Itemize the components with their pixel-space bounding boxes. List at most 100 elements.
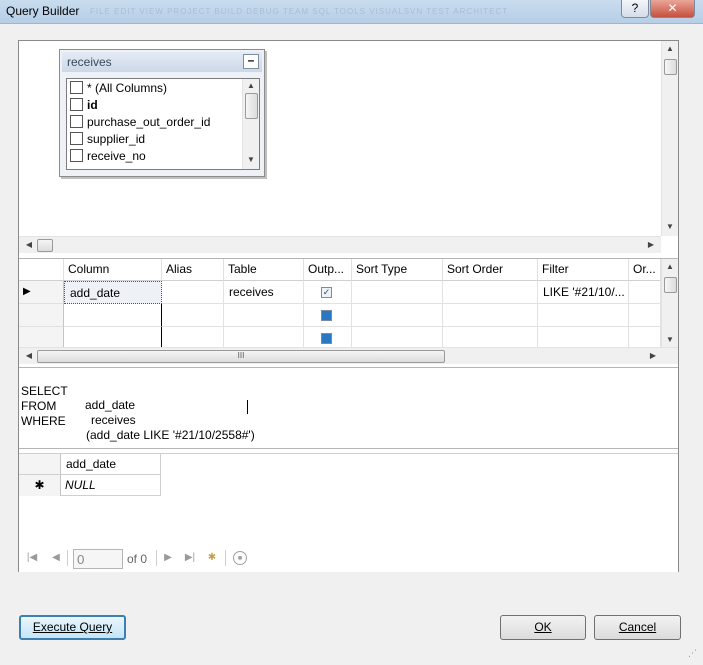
current-row-icon: ▶ bbox=[23, 286, 31, 297]
scroll-thumb[interactable]: III bbox=[37, 350, 445, 363]
grid-cell-sort-type[interactable] bbox=[352, 327, 443, 348]
background-menu-strip: FILE EDIT VIEW PROJECT BUILD DEBUG TEAM … bbox=[90, 7, 509, 16]
column-list-scrollbar[interactable]: ▲ ▼ bbox=[242, 79, 259, 169]
grid-header-column[interactable]: Column bbox=[64, 259, 162, 281]
scroll-right-icon[interactable]: ▶ bbox=[645, 240, 657, 250]
move-first-icon[interactable]: |◀ bbox=[25, 551, 39, 565]
results-cell-null[interactable]: NULL bbox=[61, 475, 161, 496]
grid-cell-output[interactable] bbox=[304, 304, 352, 327]
ok-button[interactable]: OK bbox=[500, 615, 586, 640]
stop-icon[interactable]: ■ bbox=[233, 551, 247, 565]
criteria-grid: Column Alias Table Outp... Sort Type Sor… bbox=[19, 258, 678, 349]
scroll-left-icon[interactable]: ◀ bbox=[23, 351, 35, 361]
diagram-horizontal-scrollbar[interactable]: ◀ ▶ bbox=[19, 236, 661, 253]
title-bar: Query Builder FILE EDIT VIEW PROJECT BUI… bbox=[0, 0, 703, 24]
column-item-all[interactable]: * (All Columns) bbox=[69, 80, 239, 97]
column-item-purchase-out-order-id[interactable]: purchase_out_order_id bbox=[69, 114, 239, 131]
grid-cell-sort-order[interactable] bbox=[443, 281, 538, 304]
scroll-down-icon[interactable]: ▼ bbox=[245, 155, 257, 165]
scroll-up-icon[interactable]: ▲ bbox=[245, 81, 257, 91]
resize-grip-icon[interactable]: ⋰ bbox=[688, 648, 697, 659]
grid-header-table[interactable]: Table bbox=[224, 259, 304, 281]
grid-cell-table[interactable] bbox=[224, 327, 304, 348]
grid-header-sort-type[interactable]: Sort Type bbox=[352, 259, 443, 281]
window-title: Query Builder bbox=[6, 4, 80, 18]
move-previous-icon[interactable]: ◀ bbox=[49, 551, 63, 565]
table-box-receives[interactable]: receives – * (All Columns) id purchase_o… bbox=[59, 49, 265, 177]
sql-line-from: FROM receives bbox=[21, 385, 321, 427]
column-checkbox[interactable] bbox=[70, 98, 83, 111]
grid-vertical-scrollbar[interactable]: ▲ ▼ bbox=[661, 259, 678, 349]
column-checkbox[interactable] bbox=[70, 115, 83, 128]
scroll-right-icon[interactable]: ▶ bbox=[647, 351, 659, 361]
scroll-down-icon[interactable]: ▼ bbox=[664, 222, 676, 232]
grid-cell-filter[interactable] bbox=[538, 327, 629, 348]
grid-cell-filter[interactable]: LIKE '#21/10/... bbox=[538, 281, 629, 304]
column-checkbox[interactable] bbox=[70, 81, 83, 94]
grid-cell-output[interactable]: ✓ bbox=[304, 281, 352, 304]
add-new-icon[interactable]: ✱ bbox=[205, 551, 219, 565]
grid-cell-sort-order[interactable] bbox=[443, 327, 538, 348]
scroll-up-icon[interactable]: ▲ bbox=[664, 44, 676, 54]
grid-horizontal-scrollbar[interactable]: ◀ III ▶ bbox=[19, 347, 678, 364]
grid-cell-sort-type[interactable] bbox=[352, 281, 443, 304]
table-box-header[interactable]: receives – bbox=[62, 52, 262, 72]
grid-cell-alias[interactable] bbox=[162, 281, 224, 304]
grid-cell-or[interactable] bbox=[629, 281, 661, 304]
column-item-supplier-id[interactable]: supplier_id bbox=[69, 131, 239, 148]
cancel-button[interactable]: Cancel bbox=[594, 615, 681, 640]
row-header[interactable]: ▶ bbox=[19, 281, 64, 304]
row-header[interactable] bbox=[19, 327, 64, 348]
help-button[interactable]: ? bbox=[621, 0, 649, 18]
grid-cell-or[interactable] bbox=[629, 304, 661, 327]
grid-cell-output[interactable] bbox=[304, 327, 352, 348]
grid-cell-filter[interactable] bbox=[538, 304, 629, 327]
row-header[interactable] bbox=[19, 304, 64, 327]
output-checkbox[interactable] bbox=[321, 333, 332, 344]
diagram-vertical-scrollbar[interactable]: ▲ ▼ bbox=[661, 41, 678, 236]
column-item-id[interactable]: id bbox=[69, 97, 239, 114]
new-row-icon: ✱ bbox=[19, 475, 61, 496]
column-checkbox[interactable] bbox=[70, 149, 83, 162]
sql-line-where: WHERE (add_date LIKE '#21/10/2558#') bbox=[21, 400, 321, 442]
position-input[interactable] bbox=[73, 549, 123, 569]
grid-corner bbox=[19, 259, 64, 281]
grid-cell-alias[interactable] bbox=[162, 304, 224, 327]
column-item-receive-no[interactable]: receive_no bbox=[69, 148, 239, 165]
minimize-table-button[interactable]: – bbox=[243, 54, 259, 69]
grid-cell-sort-order[interactable] bbox=[443, 304, 538, 327]
column-label: receive_no bbox=[87, 149, 146, 163]
scroll-thumb[interactable] bbox=[245, 93, 258, 119]
grid-cell-sort-type[interactable] bbox=[352, 304, 443, 327]
grid-header-filter[interactable]: Filter bbox=[538, 259, 629, 281]
scroll-thumb[interactable] bbox=[37, 239, 53, 252]
grid-cell-table[interactable]: receives bbox=[224, 281, 304, 304]
grid-cell-column[interactable] bbox=[64, 304, 162, 327]
grid-cell-or[interactable] bbox=[629, 327, 661, 348]
scroll-thumb[interactable] bbox=[664, 59, 677, 75]
grid-header-output[interactable]: Outp... bbox=[304, 259, 352, 281]
close-button[interactable]: ✕ bbox=[650, 0, 695, 18]
column-label: purchase_out_order_id bbox=[87, 115, 211, 129]
scroll-left-icon[interactable]: ◀ bbox=[23, 240, 35, 250]
output-checkbox[interactable] bbox=[321, 310, 332, 321]
scroll-down-icon[interactable]: ▼ bbox=[664, 335, 676, 345]
move-last-icon[interactable]: ▶| bbox=[183, 551, 197, 565]
grid-header-or[interactable]: Or... bbox=[629, 259, 661, 281]
results-header-add-date[interactable]: add_date bbox=[61, 454, 161, 475]
sql-pane[interactable]: SELECT add_date FROM receives WHERE (add… bbox=[19, 367, 678, 449]
execute-query-button[interactable]: Execute Query bbox=[19, 615, 126, 640]
grid-cell-column[interactable]: add_date bbox=[64, 281, 162, 304]
results-corner bbox=[19, 454, 61, 475]
column-checkbox[interactable] bbox=[70, 132, 83, 145]
sql-value: receives bbox=[91, 413, 136, 427]
scroll-thumb[interactable] bbox=[664, 277, 677, 293]
grid-cell-table[interactable] bbox=[224, 304, 304, 327]
grid-header-alias[interactable]: Alias bbox=[162, 259, 224, 281]
grid-cell-alias[interactable] bbox=[162, 327, 224, 348]
grid-header-sort-order[interactable]: Sort Order bbox=[443, 259, 538, 281]
move-next-icon[interactable]: ▶ bbox=[161, 551, 175, 565]
output-checkbox-checked[interactable]: ✓ bbox=[321, 287, 332, 298]
scroll-up-icon[interactable]: ▲ bbox=[664, 262, 676, 272]
grid-cell-column[interactable] bbox=[64, 327, 162, 348]
